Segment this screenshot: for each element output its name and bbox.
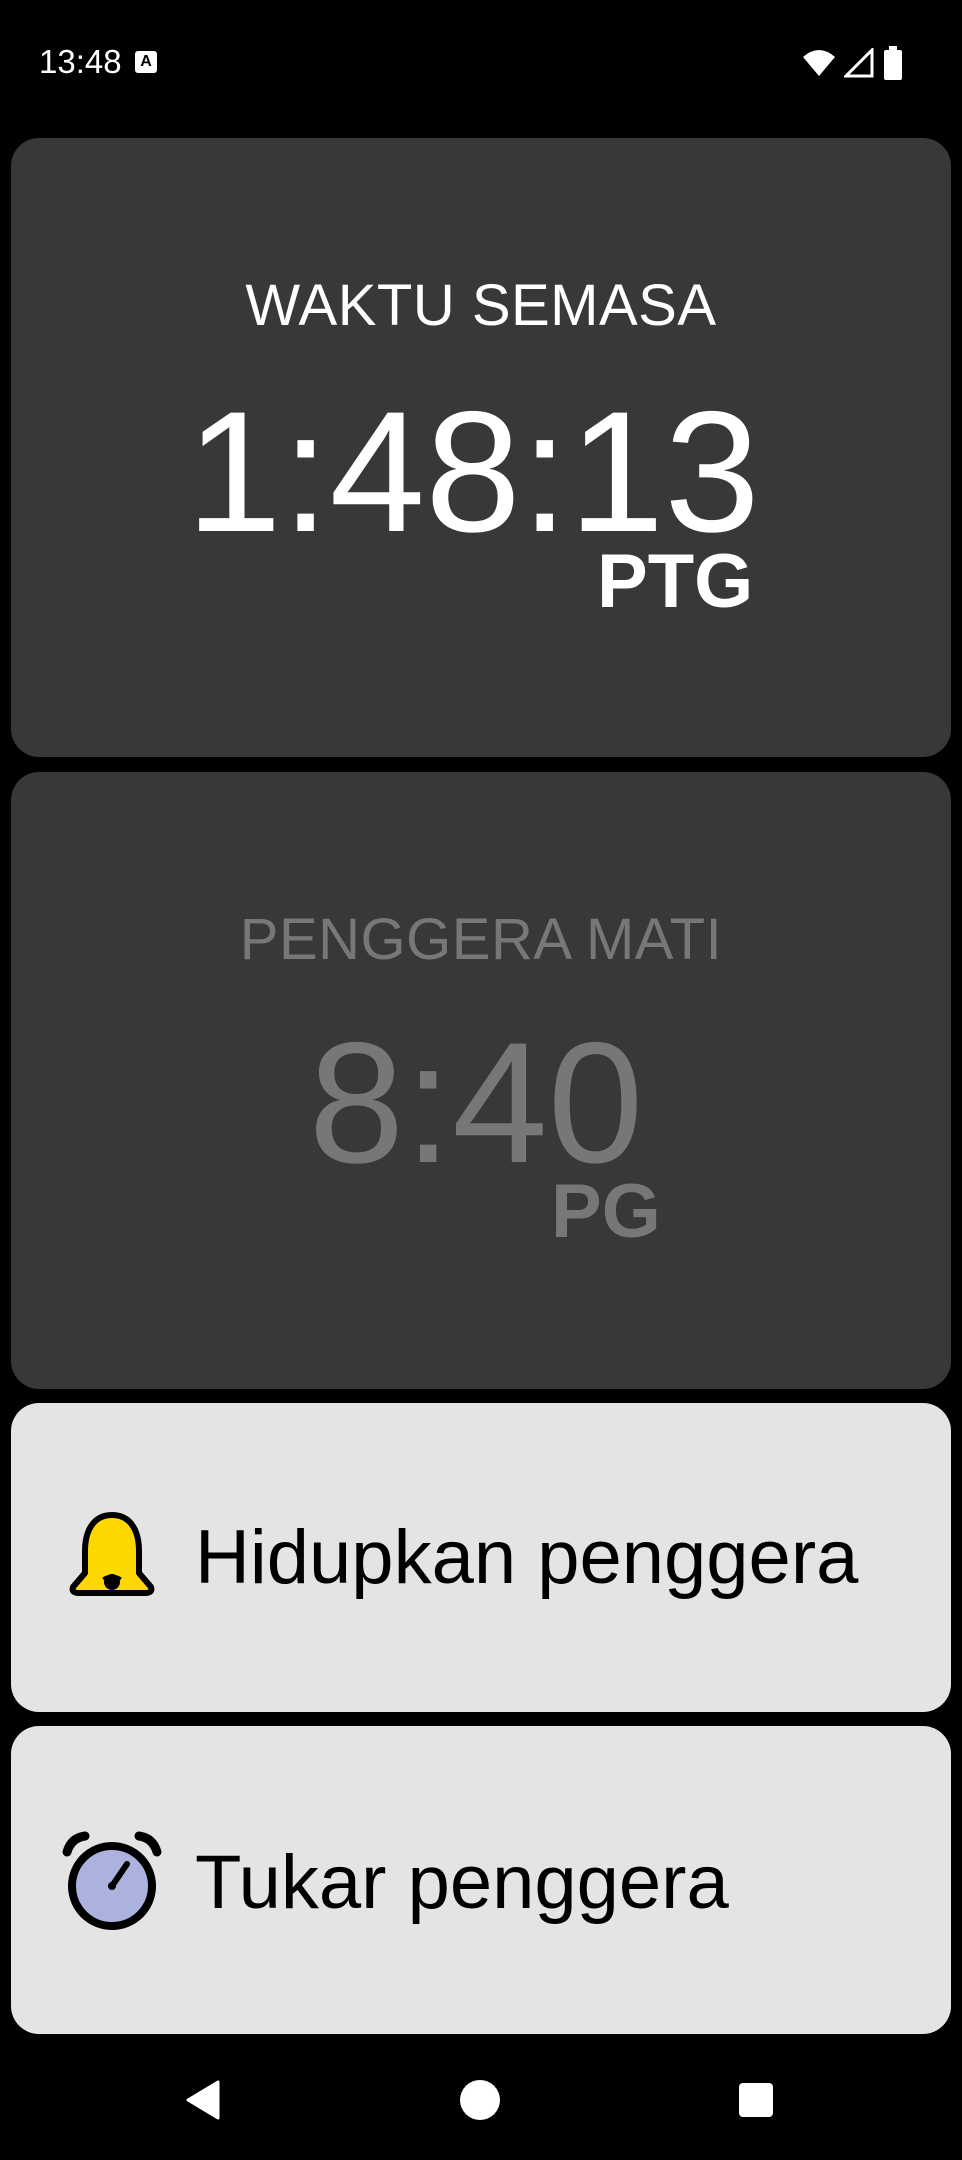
back-icon [186,2080,220,2120]
battery-icon [884,46,902,80]
status-bar: 13:48 A [0,0,962,126]
wifi-icon [803,50,835,76]
recents-button[interactable] [716,2060,796,2140]
enable-alarm-label: Hidupkan penggera [195,1515,859,1600]
current-time-value: 1:48:13 [186,376,760,568]
alarm-status-label: PENGGERA MATI [239,907,723,972]
home-button[interactable] [440,2060,520,2140]
alarm-clock-icon [62,1831,162,1930]
change-alarm-label: Tukar penggera [195,1840,729,1925]
status-time: 13:48 [39,43,122,80]
alarm-time-value: 8:40 [308,1007,644,1199]
status-icons [802,46,904,80]
current-time-card: WAKTU SEMASA 1:48:13 PTG [11,138,951,757]
current-time-label: WAKTU SEMASA [245,273,717,338]
back-button[interactable] [164,2060,244,2140]
navigation-bar [0,2040,962,2160]
change-alarm-button[interactable]: Tukar penggera [11,1726,951,2034]
recents-icon [739,2083,773,2117]
home-icon [460,2080,500,2120]
alarm-time-ampm: PG [551,1169,661,1254]
cell-signal-icon [844,48,874,78]
enable-alarm-button[interactable]: Hidupkan penggera [11,1403,951,1712]
current-time-ampm: PTG [597,539,754,624]
bell-icon [69,1512,155,1596]
a-icon: A [135,51,157,73]
alarm-status-card: PENGGERA MATI 8:40 PG [11,772,951,1389]
